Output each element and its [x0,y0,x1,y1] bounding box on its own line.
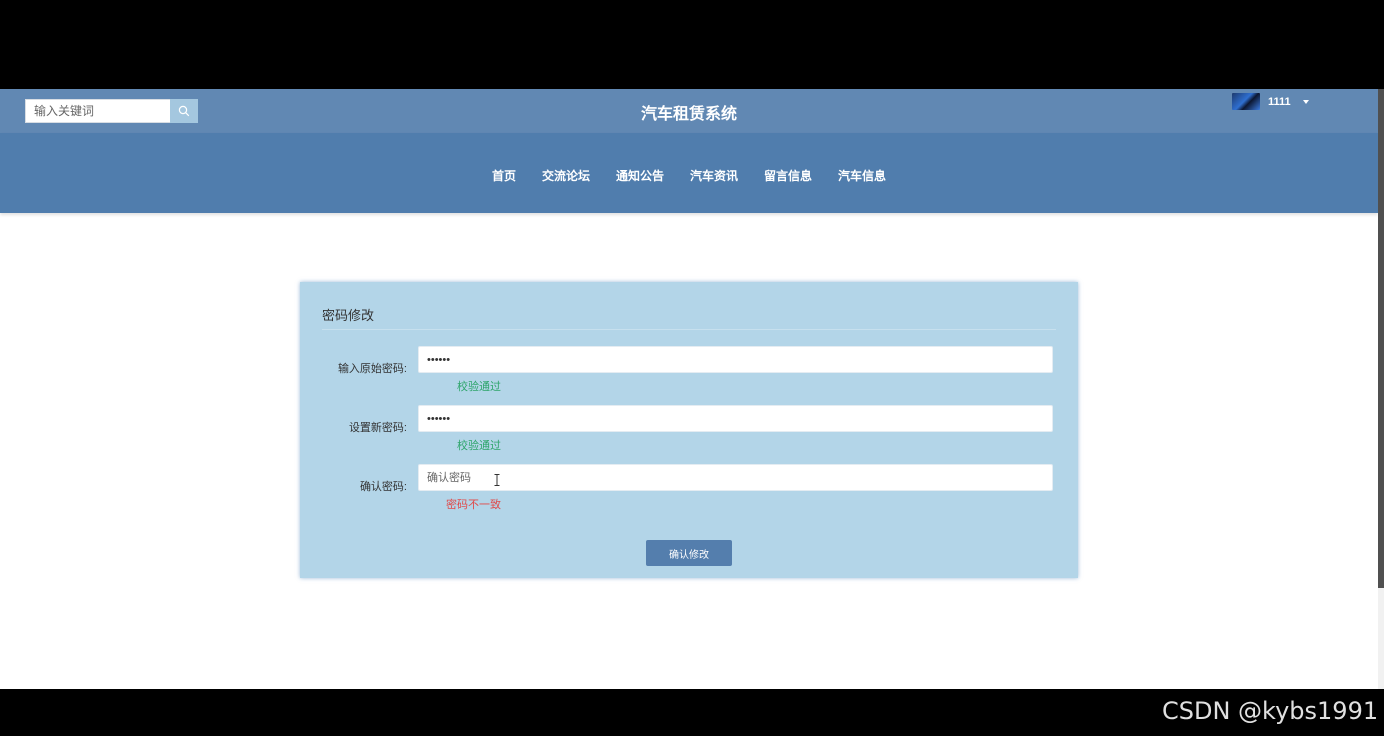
nav-list: 首页 交流论坛 通知公告 汽车资讯 留言信息 汽车信息 [0,167,1378,184]
watermark: CSDN @kybs1991 [1162,697,1379,725]
confirm-change-button[interactable]: 确认修改 [646,540,732,566]
nav-item-notices[interactable]: 通知公告 [616,167,664,184]
main-nav: 首页 交流论坛 通知公告 汽车资讯 留言信息 汽车信息 [0,133,1378,213]
username[interactable]: 1111 [1268,96,1291,108]
nav-item-home[interactable]: 首页 [492,167,516,184]
nav-item-messages[interactable]: 留言信息 [764,167,812,184]
divider [322,329,1056,330]
confirm-password-label: 确认密码: [359,481,407,493]
change-password-panel: 密码修改 输入原始密码: 校验通过 设置新密码: 校验通过 确认密码: 密码不一… [300,282,1078,578]
nav-item-car-news[interactable]: 汽车资讯 [690,167,738,184]
avatar[interactable] [1232,93,1260,110]
new-password-label: 设置新密码: [348,422,407,434]
user-menu[interactable]: 1111 [1232,93,1309,110]
panel-title: 密码修改 [322,308,375,323]
old-password-hint: 校验通过 [457,381,501,393]
top-bar: 汽车租赁系统 1111 [0,89,1378,133]
vertical-scrollbar[interactable] [1378,89,1384,689]
new-password-field[interactable] [418,405,1053,432]
old-password-field[interactable] [418,346,1053,373]
site-title: 汽车租赁系统 [640,106,737,123]
confirm-password-field[interactable] [418,464,1053,491]
nav-item-car-info[interactable]: 汽车信息 [838,167,886,184]
nav-item-forum[interactable]: 交流论坛 [542,167,590,184]
new-password-hint: 校验通过 [457,440,501,452]
browser-viewport: 汽车租赁系统 1111 首页 交流论坛 通知公告 汽车资讯 留言信息 汽车信息 … [0,89,1384,689]
scrollbar-thumb[interactable] [1378,89,1384,588]
old-password-label: 输入原始密码: [337,363,407,375]
confirm-password-error: 密码不一致 [446,499,501,511]
caret-down-icon[interactable] [1302,99,1309,104]
text-cursor-icon [494,474,500,486]
